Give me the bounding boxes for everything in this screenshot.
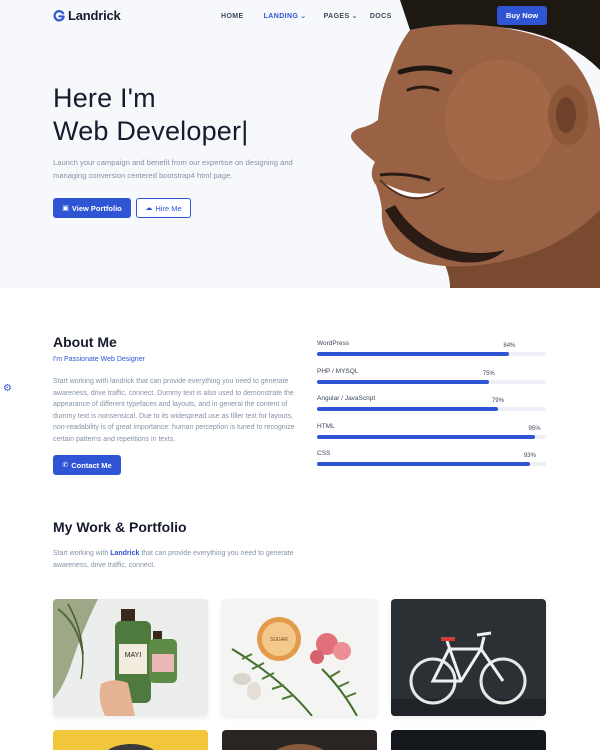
portfolio-image-dark xyxy=(391,730,546,750)
skill-progress-track xyxy=(317,462,546,466)
main-nav: HOME LANDING ⌄ PAGES ⌄ DOCS xyxy=(221,12,392,21)
hero-title-line-2: Web Developer| xyxy=(53,116,249,146)
contact-me-button[interactable]: ✆ Contact Me xyxy=(53,455,121,475)
portfolio-image-flatlay: SUGAR xyxy=(222,599,377,716)
portfolio-image-bottles: MAYI xyxy=(53,599,208,716)
nav-item-pages[interactable]: PAGES ⌄ xyxy=(323,12,358,21)
hero-title: Here I'm Web Developer| xyxy=(53,82,248,148)
skill-progress-track xyxy=(317,352,546,356)
skill-progress-fill xyxy=(317,462,530,466)
settings-gear-icon[interactable]: ⚙ xyxy=(3,383,12,394)
chevron-down-icon: ⌄ xyxy=(300,13,307,20)
portfolio-image-dark-warm xyxy=(222,730,377,750)
skill-progress-track xyxy=(317,434,546,439)
portfolio-image-bicycle xyxy=(391,599,546,716)
skill-name: PHP / MYSQL xyxy=(317,367,359,375)
portfolio-desc-text: Start working with xyxy=(53,550,111,557)
hire-me-button[interactable]: ☁ Hire Me xyxy=(136,198,191,218)
skill-progress-track xyxy=(317,379,546,384)
skills-list: WordPress 84% PHP / MYSQL 75% Angular / … xyxy=(317,340,547,478)
skill-percent: 75% xyxy=(482,370,495,377)
top-navbar: Landrick HOME LANDING ⌄ PAGES ⌄ DOCS Buy… xyxy=(0,0,600,32)
hero-portrait-image xyxy=(340,0,600,288)
skill-name: HTML xyxy=(317,422,335,430)
skill-name: Angular / JavaScript xyxy=(317,395,376,402)
portfolio-item[interactable] xyxy=(53,730,208,750)
skill-progress-fill xyxy=(317,434,535,439)
hero-title-line-1: Here I'm xyxy=(53,83,156,113)
svg-text:MAYI: MAYI xyxy=(125,652,142,659)
nav-item-landing[interactable]: LANDING ⌄ xyxy=(263,12,307,21)
skill-name: WordPress xyxy=(317,340,350,347)
brand-name: Landrick xyxy=(68,8,121,23)
camera-icon: ▣ xyxy=(62,204,69,212)
skill-percent: 95% xyxy=(528,425,541,432)
buy-now-button[interactable]: Buy Now xyxy=(497,6,547,25)
skill-name: CSS xyxy=(317,450,331,457)
portfolio-item[interactable]: SUGAR xyxy=(222,599,377,716)
skill-progress-fill xyxy=(317,352,510,356)
skill-item: PHP / MYSQL 75% xyxy=(317,368,547,396)
portfolio-item[interactable]: MAYI xyxy=(53,599,208,716)
skill-progress-fill xyxy=(317,379,489,384)
nav-item-label: DOCS xyxy=(369,12,392,20)
about-title: About Me xyxy=(53,334,117,350)
hire-me-label: Hire Me xyxy=(155,203,182,213)
about-text: Start working with landrick that can pro… xyxy=(53,378,295,443)
skill-item: WordPress 84% xyxy=(317,340,547,368)
svg-text:SUGAR: SUGAR xyxy=(270,637,288,643)
portfolio-brand-link[interactable]: Landrick xyxy=(110,550,139,557)
portfolio-image-yellow xyxy=(53,730,208,750)
chevron-down-icon: ⌄ xyxy=(351,13,358,20)
portfolio-description: Start working with Landrick that can pro… xyxy=(53,548,313,572)
skill-item: Angular / JavaScript 79% xyxy=(317,395,547,423)
nav-item-docs[interactable]: DOCS xyxy=(370,12,392,20)
skill-item: HTML 95% xyxy=(317,423,547,451)
hero-section: Here I'm Web Developer| Launch your camp… xyxy=(0,0,600,288)
phone-icon: ✆ xyxy=(62,461,69,469)
view-portfolio-button[interactable]: ▣ View Portfolio xyxy=(53,198,131,218)
nav-item-home[interactable]: HOME xyxy=(221,12,244,20)
skill-percent: 79% xyxy=(491,398,504,404)
skill-progress-fill xyxy=(317,407,498,411)
nav-item-label: HOME xyxy=(221,12,244,20)
contact-me-label: Contact Me xyxy=(71,460,112,470)
skill-percent: 84% xyxy=(503,343,516,349)
portfolio-title: My Work & Portfolio xyxy=(53,519,187,535)
skill-percent: 93% xyxy=(523,453,536,459)
view-portfolio-label: View Portfolio xyxy=(71,203,122,213)
cloud-icon: ☁ xyxy=(145,204,153,212)
hero-description: Launch your campaign and benefit from ou… xyxy=(53,158,293,180)
skill-progress-track xyxy=(317,407,546,411)
portfolio-item[interactable] xyxy=(222,730,377,750)
about-subtitle: I'm Passionate Web Designer xyxy=(53,356,145,363)
brand-logo[interactable]: Landrick xyxy=(53,8,121,23)
portfolio-item[interactable] xyxy=(391,730,546,750)
portfolio-item[interactable] xyxy=(391,599,546,716)
skill-item: CSS 93% xyxy=(317,450,547,478)
logo-icon xyxy=(53,9,65,21)
nav-item-label: PAGES xyxy=(323,12,350,20)
nav-item-label: LANDING xyxy=(263,12,299,20)
